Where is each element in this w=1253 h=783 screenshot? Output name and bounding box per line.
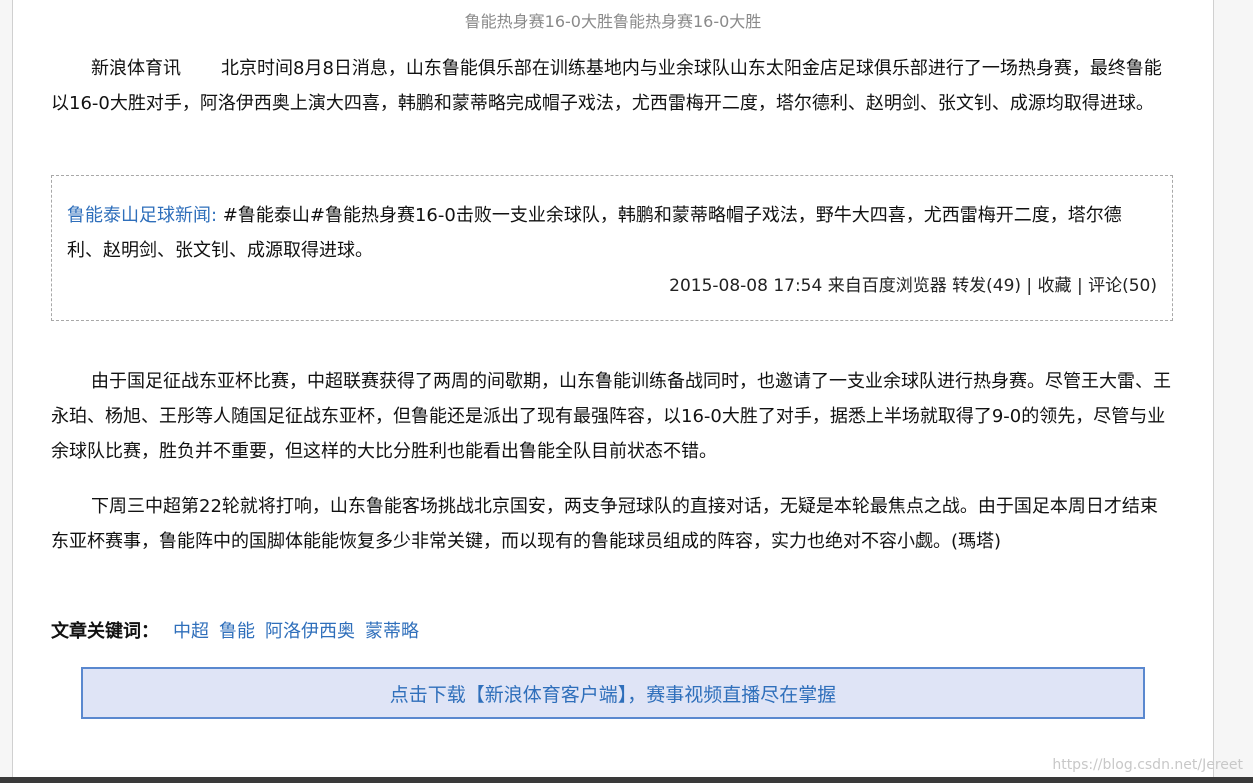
keyword-link[interactable]: 蒙蒂略 bbox=[365, 617, 419, 643]
news-source: 新浪体育讯 bbox=[91, 58, 181, 79]
image-caption: 鲁能热身赛16-0大胜鲁能热身赛16-0大胜 bbox=[464, 12, 762, 31]
quote-source-link[interactable]: 鲁能泰山足球新闻: bbox=[67, 205, 217, 226]
keyword-link[interactable]: 阿洛伊西奥 bbox=[265, 617, 355, 643]
article-keywords: 文章关键词： 中超 鲁能 阿洛伊西奥 蒙蒂略 bbox=[51, 617, 429, 643]
weibo-quote-box: 鲁能泰山足球新闻: #鲁能泰山#鲁能热身赛16-0击败一支业余球队，韩鹏和蒙蒂略… bbox=[51, 175, 1173, 321]
download-app-banner-text: 点击下载【新浪体育客户端】，赛事视频直播尽在掌握 bbox=[389, 683, 837, 706]
article-paragraph-intro: 新浪体育讯 北京时间8月8日消息，山东鲁能俱乐部在训练基地内与业余球队山东太阳金店… bbox=[51, 51, 1175, 121]
keyword-link[interactable]: 鲁能 bbox=[219, 617, 255, 643]
article-paragraph-3: 下周三中超第22轮就将打响，山东鲁能客场挑战北京国安，两支争冠球队的直接对话，无… bbox=[51, 496, 1158, 552]
keywords-label: 文章关键词： bbox=[51, 621, 159, 642]
quote-meta: 2015-08-08 17:54 来自百度浏览器 转发(49) | 收藏 | 评… bbox=[669, 276, 1157, 296]
download-app-banner[interactable]: 点击下载【新浪体育客户端】，赛事视频直播尽在掌握 bbox=[81, 667, 1145, 719]
watermark: https://blog.csdn.net/Jereet bbox=[1052, 757, 1243, 773]
bottom-bar bbox=[0, 777, 1253, 783]
quote-body: 鲁能泰山足球新闻: #鲁能泰山#鲁能热身赛16-0击败一支业余球队，韩鹏和蒙蒂略… bbox=[67, 198, 1157, 268]
intro-text: 北京时间8月8日消息，山东鲁能俱乐部在训练基地内与业余球队山东太阳金店足球俱乐部… bbox=[51, 58, 1162, 114]
keyword-link[interactable]: 中超 bbox=[173, 617, 209, 643]
quote-text: #鲁能泰山#鲁能热身赛16-0击败一支业余球队，韩鹏和蒙蒂略帽子戏法，野牛大四喜… bbox=[67, 205, 1122, 261]
article-paragraph-2: 由于国足征战东亚杯比赛，中超联赛获得了两周的间歇期，山东鲁能训练备战同时，也邀请… bbox=[51, 371, 1171, 462]
article-page: 鲁能热身赛16-0大胜鲁能热身赛16-0大胜 新浪体育讯 北京时间8月8日消息，山… bbox=[12, 0, 1214, 777]
